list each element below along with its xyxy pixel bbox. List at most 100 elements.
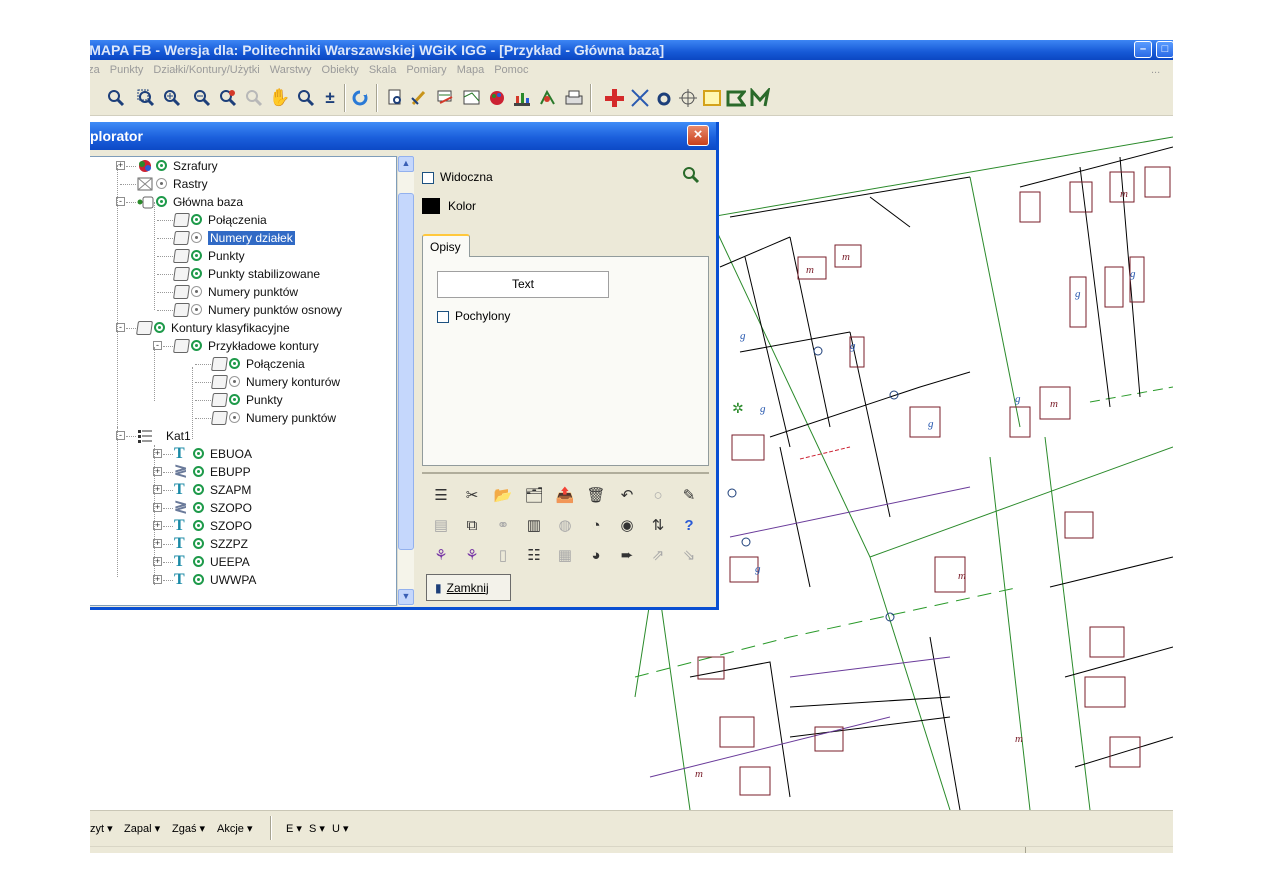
tab-opisy[interactable]: Opisy: [422, 234, 470, 257]
visibility-toggle-icon[interactable]: [193, 484, 204, 495]
menu-mapa[interactable]: Mapa: [452, 60, 490, 76]
menu-s-dropdown[interactable]: S ▾: [309, 822, 325, 835]
menu-skala[interactable]: Skala: [364, 60, 402, 76]
calendar-disabled-icon[interactable]: ▤: [430, 514, 452, 536]
visible-checkbox-row[interactable]: Widoczna: [422, 170, 493, 184]
visibility-toggle-icon[interactable]: [191, 304, 202, 315]
visible-checkbox[interactable]: [422, 171, 434, 184]
sort-az-icon[interactable]: ⇅: [647, 514, 669, 536]
delete-x-icon[interactable]: [628, 86, 652, 110]
tree-item[interactable]: Numery działek: [173, 229, 295, 246]
scrollbar-thumb[interactable]: [398, 193, 414, 550]
target-icon[interactable]: [676, 86, 700, 110]
calculator-disabled-icon[interactable]: ▦: [554, 544, 576, 566]
text-button[interactable]: Text: [437, 271, 609, 298]
zoom-icon[interactable]: [104, 86, 128, 110]
tree-item[interactable]: Rastry: [137, 175, 208, 192]
edit-pen-icon[interactable]: [408, 86, 432, 110]
restore-button[interactable]: □: [1156, 41, 1173, 58]
tree-item[interactable]: Numery punktów: [173, 283, 298, 300]
menu-zgas-dropdown[interactable]: Zgaś ▾: [172, 822, 205, 835]
zoom-all-icon[interactable]: [294, 86, 318, 110]
visibility-toggle-icon[interactable]: [191, 214, 202, 225]
pen-icon[interactable]: ✎: [678, 484, 700, 506]
polygon-icon[interactable]: [724, 86, 748, 110]
menu-uzyt-dropdown[interactable]: zyt ▾: [90, 822, 113, 835]
tree-item[interactable]: Połączenia: [173, 211, 267, 228]
scroll-up-icon[interactable]: ▲: [398, 156, 414, 172]
forward-icon[interactable]: ➨: [616, 544, 638, 566]
tree-item[interactable]: Szrafury: [137, 157, 218, 174]
visibility-toggle-icon[interactable]: [193, 502, 204, 513]
cut-icon[interactable]: ✂: [461, 484, 483, 506]
tree-item[interactable]: Punkty stabilizowane: [173, 265, 320, 282]
visibility-toggle-icon[interactable]: [193, 574, 204, 585]
menu-pomoc[interactable]: Pomoc: [489, 60, 533, 76]
layer-tree[interactable]: + Szrafury Rastry - Główna baza Połączenia Num…: [90, 156, 397, 606]
italic-checkbox[interactable]: [437, 310, 449, 323]
tree-item[interactable]: T SZAPM: [174, 481, 251, 498]
close-explorer-button[interactable]: ▮ Zamknij: [426, 574, 511, 601]
chart-icon[interactable]: [510, 86, 534, 110]
tree-scrollbar[interactable]: ▲ ▼: [397, 156, 414, 606]
visibility-toggle-icon[interactable]: [229, 412, 240, 423]
dxf-import-icon[interactable]: ⇘: [678, 544, 700, 566]
tree-item[interactable]: T SZZPZ: [174, 535, 248, 552]
layers-icon[interactable]: [434, 86, 458, 110]
tree-item[interactable]: Punkty: [173, 247, 245, 264]
tree-item[interactable]: Główna baza: [137, 193, 243, 210]
visibility-toggle-icon[interactable]: [191, 286, 202, 297]
list-icon[interactable]: ☷: [523, 544, 545, 566]
folder-export-icon[interactable]: 📤: [554, 484, 576, 506]
explorer-close-button[interactable]: ×: [687, 125, 709, 146]
menu-u-dropdown[interactable]: U ▾: [332, 822, 349, 835]
zoom-window-icon[interactable]: [134, 86, 158, 110]
visibility-toggle-icon[interactable]: [193, 556, 204, 567]
visibility-toggle-icon[interactable]: [229, 358, 240, 369]
tree-branch-2-icon[interactable]: ⚘: [461, 544, 483, 566]
visibility-toggle-icon[interactable]: [193, 538, 204, 549]
stamp-disabled-icon[interactable]: ◍: [554, 514, 576, 536]
trash-icon[interactable]: 🗑: [585, 484, 607, 506]
print-preview-icon[interactable]: [384, 86, 408, 110]
link-disabled-icon[interactable]: ⚭: [492, 514, 514, 536]
menu-pomiary[interactable]: Pomiary: [401, 60, 451, 76]
visibility-toggle-icon[interactable]: [156, 178, 167, 189]
menu-punkty[interactable]: Punkty: [105, 60, 149, 76]
zoom-disabled-icon[interactable]: [242, 86, 266, 110]
tree-item[interactable]: Połączenia: [211, 355, 305, 372]
visibility-toggle-icon[interactable]: [193, 448, 204, 459]
circle-disabled-icon[interactable]: ○: [647, 484, 669, 506]
italic-checkbox-row[interactable]: Pochylony: [437, 309, 510, 323]
tree-item[interactable]: Punkty: [211, 391, 283, 408]
tree-item[interactable]: T SZOPO: [174, 517, 252, 534]
menu-zapal-dropdown[interactable]: Zapal ▾: [124, 822, 160, 835]
scroll-down-icon[interactable]: ▼: [398, 589, 414, 605]
trash-disabled-icon[interactable]: ▯: [492, 544, 514, 566]
palette-icon[interactable]: [486, 86, 510, 110]
book-icon[interactable]: ▥: [523, 514, 545, 536]
map-icon[interactable]: [460, 86, 484, 110]
eye-icon[interactable]: ◉: [616, 514, 638, 536]
menu-overflow[interactable]: ...: [1146, 60, 1165, 76]
new-category-icon[interactable]: ☰: [430, 484, 452, 506]
tree-item[interactable]: T UWWPA: [174, 571, 256, 588]
visibility-toggle-icon[interactable]: [193, 466, 204, 477]
copy-layer-icon[interactable]: ⧉: [461, 514, 483, 536]
open-folder-icon[interactable]: 📂: [492, 484, 514, 506]
menu-baza[interactable]: aza: [90, 60, 105, 76]
point-circle-icon[interactable]: [652, 86, 676, 110]
rectangle-icon[interactable]: [700, 86, 724, 110]
tree-item[interactable]: Numery konturów: [211, 373, 340, 390]
color-swatch[interactable]: [422, 198, 440, 214]
visibility-toggle-icon[interactable]: [229, 394, 240, 405]
visibility-toggle-icon[interactable]: [229, 376, 240, 387]
tree-item[interactable]: Kontury klasyfikacyjne: [136, 319, 290, 336]
tree-item[interactable]: ≷ EBUPP: [174, 463, 251, 480]
color-row[interactable]: Kolor: [422, 198, 476, 214]
zoom-to-layer-icon[interactable]: [682, 166, 700, 189]
tree-item[interactable]: Przykładowe kontury: [173, 337, 319, 354]
menu-e-dropdown[interactable]: E ▾: [286, 822, 302, 835]
menu-akcje-dropdown[interactable]: Akcje ▾: [217, 822, 252, 835]
pie-chart-icon[interactable]: ◔: [585, 514, 607, 536]
